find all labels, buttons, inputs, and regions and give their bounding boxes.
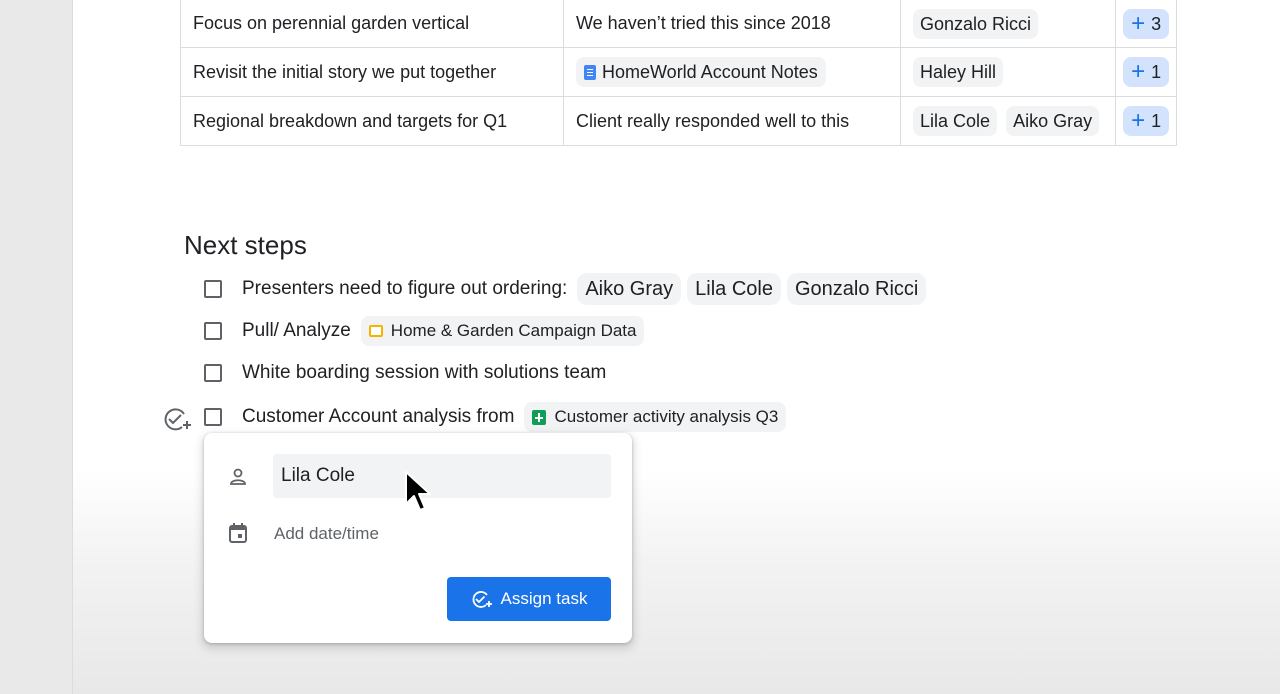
- file-chip[interactable]: HomeWorld Account Notes: [576, 57, 826, 87]
- person-icon: [230, 468, 246, 485]
- table-row: Regional breakdown and targets for Q1 Cl…: [180, 96, 1178, 146]
- vote-button[interactable]: + 1: [1123, 106, 1170, 136]
- date-time-field[interactable]: Add date/time: [274, 524, 379, 544]
- notes-cell: We haven’t tried this since 2018: [563, 0, 901, 48]
- file-chip-label: Home & Garden Campaign Data: [390, 321, 637, 340]
- file-chip[interactable]: Customer activity analysis Q3: [524, 402, 787, 432]
- person-chip[interactable]: Lila Cole: [913, 106, 998, 136]
- person-chip[interactable]: Lila Cole: [687, 273, 781, 305]
- notes-cell: HomeWorld Account Notes: [563, 47, 901, 97]
- owners-cell: Lila Cole Aiko Gray: [899, 96, 1117, 146]
- table-row: Revisit the initial story we put togethe…: [180, 47, 1178, 97]
- vote-cell: + 1: [1115, 96, 1178, 146]
- person-chip[interactable]: Gonzalo Ricci: [913, 8, 1039, 39]
- checklist-item-text: Pull/ Analyze: [242, 320, 351, 341]
- owners-cell: Gonzalo Ricci: [899, 0, 1117, 48]
- checklist-item-text: Presenters need to figure out ordering:: [242, 278, 568, 299]
- vote-button[interactable]: + 3: [1123, 8, 1170, 39]
- calendar-icon: [229, 523, 247, 543]
- plus-icon: +: [1131, 9, 1146, 37]
- slides-icon: [368, 325, 383, 337]
- sheets-icon: [532, 409, 547, 425]
- assign-task-icon[interactable]: [162, 405, 192, 433]
- person-chip[interactable]: Gonzalo Ricci: [786, 273, 927, 305]
- checkbox[interactable]: [204, 280, 222, 298]
- person-chip[interactable]: Aiko Gray: [1006, 106, 1100, 136]
- checkbox[interactable]: [204, 364, 222, 382]
- plus-icon: +: [1131, 107, 1146, 134]
- assign-task-popup: Lila Cole Add date/time Assign task: [204, 433, 632, 643]
- mouse-pointer-icon: [405, 471, 431, 511]
- vote-button[interactable]: + 1: [1123, 57, 1170, 87]
- notes-cell: Client really responded well to this: [563, 96, 901, 146]
- checklist-item: Pull/ Analyze Home & Garden Campaign Dat…: [204, 315, 645, 347]
- checklist-item: Customer Account analysis from Customer …: [204, 401, 787, 433]
- assign-task-icon: [472, 591, 492, 608]
- plus-icon: +: [1131, 58, 1146, 85]
- assignee-input[interactable]: Lila Cole: [273, 454, 611, 498]
- assign-task-button[interactable]: Assign task: [447, 577, 611, 621]
- assign-task-button-label: Assign task: [500, 589, 588, 608]
- left-margin: [0, 0, 72, 694]
- topic-cell: Regional breakdown and targets for Q1: [180, 96, 564, 146]
- checklist-item: Presenters need to figure out ordering: …: [204, 273, 932, 305]
- person-chip[interactable]: Haley Hill: [913, 57, 1004, 87]
- file-chip-label: Customer activity analysis Q3: [554, 407, 779, 426]
- checkbox[interactable]: [204, 408, 222, 426]
- discussion-table: Focus on perennial garden vertical We ha…: [180, 0, 1178, 146]
- topic-cell: Focus on perennial garden vertical: [180, 0, 564, 48]
- vote-count: 1: [1151, 62, 1162, 82]
- vote-cell: + 3: [1115, 0, 1178, 48]
- topic-cell: Revisit the initial story we put togethe…: [180, 47, 564, 97]
- vote-cell: + 1: [1115, 47, 1178, 97]
- checklist-item: White boarding session with solutions te…: [204, 357, 616, 389]
- next-steps-heading: Next steps: [184, 230, 307, 260]
- person-chip[interactable]: Aiko Gray: [577, 273, 682, 305]
- checkbox[interactable]: [204, 322, 222, 340]
- file-chip[interactable]: Home & Garden Campaign Data: [360, 316, 645, 346]
- docs-icon: [584, 64, 596, 80]
- checklist-item-text: White boarding session with solutions te…: [242, 362, 607, 383]
- vote-count: 1: [1151, 111, 1162, 131]
- vote-count: 3: [1151, 13, 1162, 34]
- checklist-item-text: Customer Account analysis from: [242, 406, 515, 427]
- owners-cell: Haley Hill: [899, 47, 1117, 97]
- table-row: Focus on perennial garden vertical We ha…: [180, 0, 1178, 48]
- file-chip-label: HomeWorld Account Notes: [602, 62, 818, 82]
